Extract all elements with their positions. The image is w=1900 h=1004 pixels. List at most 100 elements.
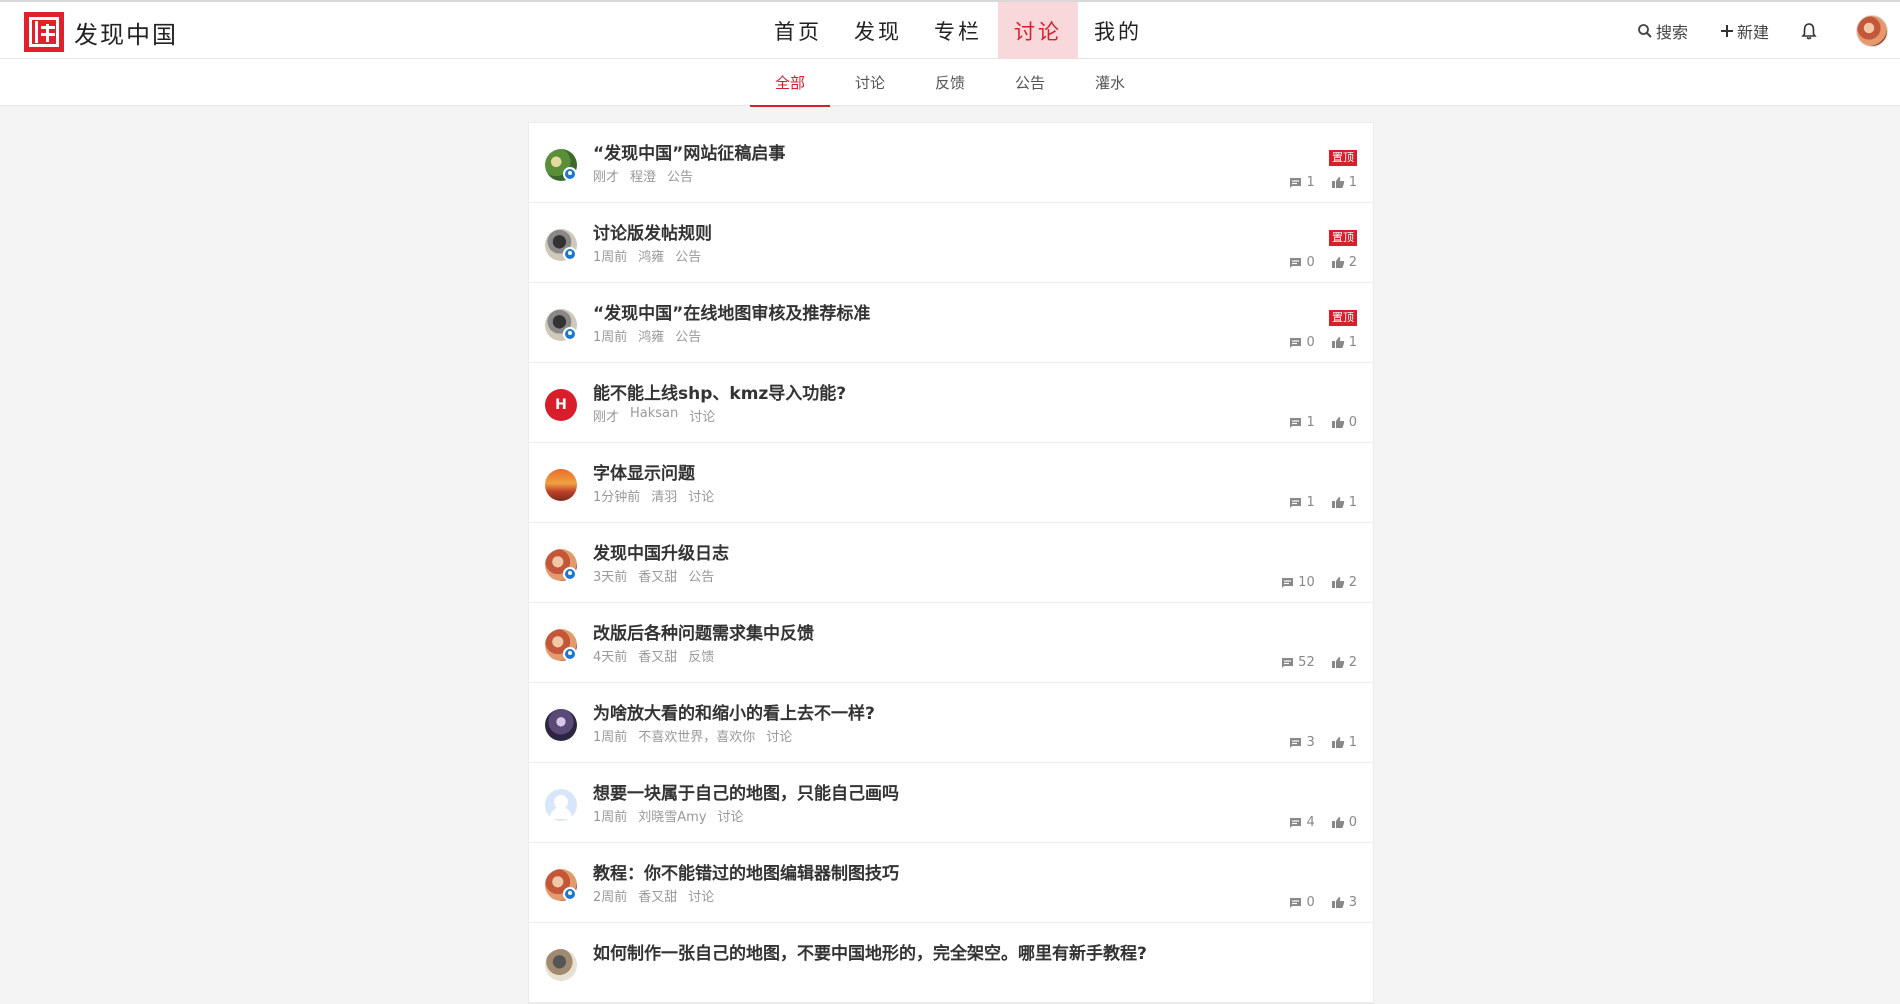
list-item[interactable]: 改版后各种问题需求集中反馈 4天前 香又甜 反馈 52 2 xyxy=(529,603,1373,683)
like-count[interactable]: 1 xyxy=(1331,495,1357,510)
like-count[interactable]: 2 xyxy=(1331,255,1357,270)
list-item[interactable]: 字体显示问题 1分钟前 清羽 讨论 1 1 xyxy=(529,443,1373,523)
list-item[interactable]: 教程：你不能错过的地图编辑器制图技巧 2周前 香又甜 讨论 0 3 xyxy=(529,843,1373,923)
comment-count: 1 xyxy=(1289,415,1315,430)
sub-tab[interactable]: 反馈 xyxy=(910,59,990,106)
comment-count-value: 0 xyxy=(1306,895,1315,910)
like-count[interactable]: 1 xyxy=(1331,335,1357,350)
post-title[interactable]: 如何制作一张自己的地图，不要中国地形的，完全架空。哪里有新手教程? xyxy=(593,939,1147,964)
avatar[interactable]: H xyxy=(545,389,577,421)
post-author[interactable]: 香又甜 xyxy=(638,886,677,905)
list-item[interactable]: “发现中国”在线地图审核及推荐标准 1周前 鸿雍 公告 置顶 0 1 xyxy=(529,283,1373,363)
avatar[interactable] xyxy=(545,949,577,981)
like-count[interactable]: 3 xyxy=(1331,895,1357,910)
main-nav-item[interactable]: 专栏 xyxy=(918,2,998,59)
like-count[interactable]: 2 xyxy=(1331,575,1357,590)
main-nav-item[interactable]: 首页 xyxy=(758,2,838,59)
post-stats: 11 xyxy=(1273,175,1357,190)
post-title[interactable]: 字体显示问题 xyxy=(593,459,695,484)
list-item[interactable]: 想要一块属于自己的地图，只能自己画吗 1周前 刘晓雪Amy 讨论 4 0 xyxy=(529,763,1373,843)
post-author[interactable]: 香又甜 xyxy=(638,566,677,585)
post-title[interactable]: 为啥放大看的和缩小的看上去不一样? xyxy=(593,699,875,724)
sub-nav: 全部 讨论 反馈 公告 灌水 xyxy=(0,59,1900,107)
post-time: 1周前 xyxy=(593,730,628,745)
comment-count-value: 52 xyxy=(1298,655,1315,670)
list-item[interactable]: H 能不能上线shp、kmz导入功能? 刚才 Haksan 讨论 1 0 xyxy=(529,363,1373,443)
post-title[interactable]: 改版后各种问题需求集中反馈 xyxy=(593,619,814,644)
post-time: 刚才 xyxy=(593,170,620,185)
list-item[interactable]: 为啥放大看的和缩小的看上去不一样? 1周前 不喜欢世界，喜欢你 讨论 3 1 xyxy=(529,683,1373,763)
main-nav-item[interactable]: 讨论 xyxy=(998,2,1078,59)
like-count-value: 2 xyxy=(1348,655,1357,670)
post-author[interactable]: 清羽 xyxy=(651,486,677,505)
post-title[interactable]: 能不能上线shp、kmz导入功能? xyxy=(593,379,846,404)
post-title[interactable]: 想要一块属于自己的地图，只能自己画吗 xyxy=(593,779,899,804)
comment-count-value: 3 xyxy=(1306,735,1315,750)
avatar[interactable] xyxy=(545,789,577,821)
comment-count: 4 xyxy=(1289,815,1315,830)
list-item[interactable]: 如何制作一张自己的地图，不要中国地形的，完全架空。哪里有新手教程? xyxy=(529,923,1373,1003)
list-item[interactable]: 讨论版发帖规则 1周前 鸿雍 公告 置顶 0 2 xyxy=(529,203,1373,283)
main-nav-item[interactable]: 我的 xyxy=(1078,2,1158,59)
comment-count: 52 xyxy=(1281,655,1315,670)
post-title[interactable]: 讨论版发帖规则 xyxy=(593,219,712,244)
thumbs-up-icon xyxy=(1331,657,1344,668)
comment-icon xyxy=(1290,417,1302,428)
post-title[interactable]: 发现中国升级日志 xyxy=(593,539,729,564)
sub-tab[interactable]: 公告 xyxy=(990,59,1070,106)
post-category[interactable]: 讨论 xyxy=(766,726,792,745)
post-category[interactable]: 讨论 xyxy=(688,486,714,505)
post-meta: 1分钟前 清羽 讨论 xyxy=(593,486,725,505)
post-author[interactable]: 程澄 xyxy=(630,166,656,185)
sub-tab[interactable]: 讨论 xyxy=(830,59,910,106)
avatar[interactable] xyxy=(545,709,577,741)
like-count[interactable]: 0 xyxy=(1331,415,1357,430)
comment-icon xyxy=(1290,817,1302,828)
like-count[interactable]: 0 xyxy=(1331,815,1357,830)
post-title[interactable]: “发现中国”在线地图审核及推荐标准 xyxy=(593,299,870,324)
post-category[interactable]: 公告 xyxy=(675,246,701,265)
post-category[interactable]: 公告 xyxy=(675,326,701,345)
post-category[interactable]: 讨论 xyxy=(718,806,744,825)
sub-tab[interactable]: 灌水 xyxy=(1070,59,1150,106)
verified-badge-icon xyxy=(563,887,577,901)
list-item[interactable]: “发现中国”网站征稿启事 刚才 程澄 公告 置顶 1 1 xyxy=(529,123,1373,203)
post-time: 1周前 xyxy=(593,250,628,265)
post-category[interactable]: 公告 xyxy=(688,566,714,585)
main-nav-item[interactable]: 发现 xyxy=(838,2,918,59)
search-icon xyxy=(1638,23,1652,38)
post-stats: 10 2 xyxy=(1265,575,1357,590)
post-category[interactable]: 讨论 xyxy=(688,886,714,905)
post-title[interactable]: 教程：你不能错过的地图编辑器制图技巧 xyxy=(593,859,899,884)
post-category[interactable]: 公告 xyxy=(667,166,693,185)
avatar[interactable] xyxy=(545,469,577,501)
post-author[interactable]: 鸿雍 xyxy=(638,326,664,345)
post-meta: 刚才 程澄 公告 xyxy=(593,166,704,185)
post-category[interactable]: 反馈 xyxy=(688,646,714,665)
thumbs-up-icon xyxy=(1331,257,1344,268)
site-logo[interactable]: 发现中国 xyxy=(24,12,178,52)
post-time: 刚才 xyxy=(593,410,620,425)
new-button[interactable]: 新建 xyxy=(1720,19,1769,43)
post-author[interactable]: 鸿雍 xyxy=(638,246,664,265)
post-category[interactable]: 讨论 xyxy=(689,406,715,425)
post-author[interactable]: 香又甜 xyxy=(638,646,677,665)
post-author[interactable]: 刘晓雪Amy xyxy=(638,806,706,825)
post-meta: 2周前 香又甜 讨论 xyxy=(593,886,725,905)
like-count[interactable]: 1 xyxy=(1331,175,1357,190)
post-author[interactable]: Haksan xyxy=(630,406,678,425)
post-stats: 02 xyxy=(1273,255,1357,270)
user-avatar[interactable] xyxy=(1856,14,1888,47)
post-meta: 1周前 刘晓雪Amy 讨论 xyxy=(593,806,755,825)
list-item[interactable]: 发现中国升级日志 3天前 香又甜 公告 10 2 xyxy=(529,523,1373,603)
like-count[interactable]: 2 xyxy=(1331,655,1357,670)
like-count[interactable]: 1 xyxy=(1331,735,1357,750)
post-title[interactable]: “发现中国”网站征稿启事 xyxy=(593,139,785,164)
notification-button[interactable] xyxy=(1801,22,1820,40)
comment-icon xyxy=(1282,577,1294,588)
comment-count: 0 xyxy=(1289,895,1315,910)
search-button[interactable]: 搜索 xyxy=(1637,19,1688,43)
sub-tab[interactable]: 全部 xyxy=(750,59,830,107)
pinned-badge: 置顶 xyxy=(1329,310,1357,326)
post-author[interactable]: 不喜欢世界，喜欢你 xyxy=(638,726,755,745)
